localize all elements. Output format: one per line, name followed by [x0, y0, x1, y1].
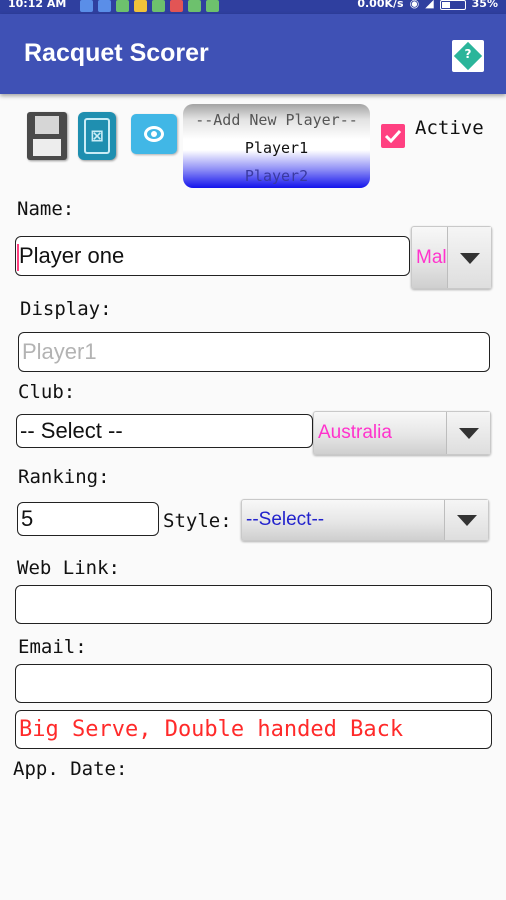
network-speed: 0.00K/s: [357, 0, 404, 10]
club-select[interactable]: -- Select --: [16, 414, 313, 448]
app-bar: Racquet Scorer ?: [0, 14, 506, 94]
signal-icon: ◢: [425, 0, 434, 10]
style-value: --Select--: [246, 509, 325, 530]
country-value: Australia: [318, 422, 392, 443]
email-label: Email:: [18, 636, 87, 658]
picker-item-selected[interactable]: Player1: [183, 139, 370, 157]
style-spinner[interactable]: --Select--: [241, 499, 489, 541]
status-bar: 10:12 AM 0.00K/s ◉ ◢ 35%: [0, 0, 506, 14]
battery-percent: 35%: [471, 0, 498, 10]
check-icon: [384, 129, 402, 144]
text-cursor: [17, 244, 19, 271]
email-input[interactable]: [15, 664, 492, 703]
active-label: Active: [415, 117, 484, 139]
status-time: 10:12 AM: [8, 0, 67, 10]
wifi-icon: ◉: [409, 0, 420, 10]
weblink-input[interactable]: [15, 585, 492, 624]
app-title: Racquet Scorer: [24, 39, 209, 67]
notification-icon: [116, 0, 129, 12]
help-icon[interactable]: ?: [452, 40, 484, 72]
dropdown-arrow-icon: [446, 412, 490, 454]
ranking-label: Ranking:: [18, 466, 110, 488]
weblink-label: Web Link:: [17, 557, 120, 579]
picker-item-next[interactable]: Player2: [183, 167, 370, 185]
club-label: Club:: [18, 381, 76, 403]
name-input[interactable]: Player one: [15, 236, 410, 276]
notification-icon: [170, 0, 183, 12]
notification-icons: [80, 0, 219, 12]
status-right: 0.00K/s ◉ ◢ 35%: [357, 0, 498, 10]
import-chip-icon[interactable]: [131, 114, 177, 154]
player-picker[interactable]: --Add New Player-- Player1 Player2: [183, 104, 370, 188]
name-label: Name:: [17, 198, 75, 220]
style-label: Style:: [163, 510, 232, 532]
notification-icon: [98, 0, 111, 12]
notification-icon: [134, 0, 147, 12]
notes-input[interactable]: Big Serve, Double handed Back: [15, 710, 492, 749]
gender-spinner[interactable]: Male: [411, 226, 492, 289]
dropdown-arrow-icon: [444, 500, 488, 540]
notification-icon: [152, 0, 165, 12]
notification-icon: [188, 0, 201, 12]
country-spinner[interactable]: Australia: [313, 411, 491, 455]
display-input[interactable]: Player1: [18, 332, 490, 372]
battery-icon: [439, 0, 466, 10]
picker-item-add-new[interactable]: --Add New Player--: [183, 111, 370, 129]
app-date-label: App. Date:: [13, 758, 128, 780]
notification-icon: [206, 0, 219, 12]
xml-export-icon[interactable]: ⊠: [78, 112, 116, 160]
display-label: Display:: [20, 298, 112, 320]
active-checkbox[interactable]: [381, 124, 405, 148]
dropdown-arrow-icon: [447, 227, 491, 288]
notification-icon: [80, 0, 93, 12]
ranking-input[interactable]: 5: [17, 502, 159, 536]
save-disk-icon[interactable]: [27, 112, 67, 160]
